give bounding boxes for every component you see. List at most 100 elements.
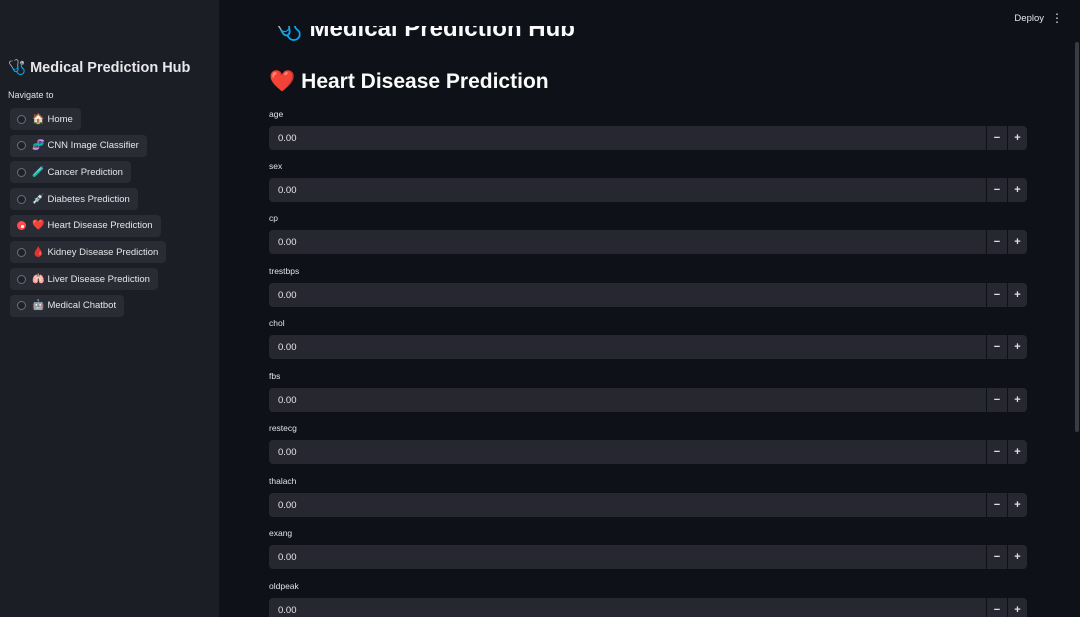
- number-input[interactable]: 0.00: [269, 178, 986, 202]
- sidebar-item-label: Kidney Disease Prediction: [47, 246, 159, 258]
- radio-button[interactable]: [17, 194, 26, 204]
- nav-item-icon: 🩸: [32, 246, 45, 258]
- number-field-fbs: fbs 0.00− +: [269, 371, 1027, 412]
- decrement-button[interactable]: −: [986, 598, 1007, 617]
- number-input[interactable]: 0.00: [269, 598, 986, 617]
- number-field-thalach: thalach 0.00− +: [269, 476, 1027, 517]
- nav-item-icon: 🧬: [32, 140, 45, 152]
- increment-button[interactable]: +: [1007, 178, 1027, 202]
- number-input[interactable]: 0.00: [269, 283, 986, 307]
- app-title-text: Medical Prediction Hub: [30, 60, 191, 76]
- sidebar-item-heart-disease-prediction[interactable]: ❤️ Heart Disease Prediction: [10, 214, 161, 237]
- radio-button[interactable]: [17, 167, 26, 177]
- number-input[interactable]: 0.00: [269, 493, 986, 517]
- number-field-restecg: restecg 0.00− +: [269, 423, 1027, 464]
- sidebar-item-label: Medical Chatbot: [47, 300, 117, 312]
- sidebar-item-label: Diabetes Prediction: [47, 193, 130, 205]
- field-label: trestbps: [269, 266, 300, 276]
- decrement-button[interactable]: −: [986, 545, 1007, 569]
- nav-radio-group: 🏠 Home 🧬 CNN Image Classifier 🧪 Cancer Predic…: [10, 108, 167, 322]
- number-input[interactable]: 0.00: [269, 545, 986, 569]
- number-field-cp: cp 0.00− +: [269, 213, 1027, 254]
- sidebar-app-title: 🩺 Medical Prediction Hub: [8, 59, 190, 76]
- decrement-button[interactable]: −: [986, 283, 1007, 307]
- number-input-row: 0.00− +: [269, 493, 1027, 517]
- nav-item-icon: ❤️: [32, 220, 45, 232]
- hub-title-text: 🩺 Medical Prediction Hub: [273, 26, 575, 42]
- number-field-trestbps: trestbps 0.00− +: [269, 266, 1027, 307]
- sidebar-item-label: Home: [47, 113, 73, 125]
- number-input-row: 0.00− +: [269, 230, 1027, 254]
- nav-item-icon: 💉: [32, 193, 45, 205]
- radio-button[interactable]: [17, 247, 26, 257]
- number-field-chol: chol 0.00− +: [269, 318, 1027, 359]
- sidebar-item-label: Cancer Prediction: [47, 166, 123, 178]
- number-field-age: age 0.00− +: [269, 109, 1027, 150]
- sidebar: 🩺 Medical Prediction Hub Navigate to 🏠 Hom…: [0, 0, 219, 617]
- decrement-button[interactable]: −: [986, 440, 1007, 464]
- number-input-row: 0.00− +: [269, 545, 1027, 569]
- number-input-row: 0.00− +: [269, 598, 1027, 617]
- sidebar-item-label: CNN Image Classifier: [47, 140, 139, 152]
- increment-button[interactable]: +: [1007, 283, 1027, 307]
- field-label: thalach: [269, 476, 297, 486]
- radio-button[interactable]: [17, 114, 26, 124]
- sidebar-item-cancer-prediction[interactable]: 🧪 Cancer Prediction: [10, 161, 131, 184]
- increment-button[interactable]: +: [1007, 230, 1027, 254]
- increment-button[interactable]: +: [1007, 493, 1027, 517]
- sidebar-item-diabetes-prediction[interactable]: 💉 Diabetes Prediction: [10, 188, 138, 211]
- increment-button[interactable]: +: [1007, 388, 1027, 412]
- sidebar-item-label: Heart Disease Prediction: [47, 220, 153, 232]
- field-label: restecg: [269, 423, 297, 433]
- increment-button[interactable]: +: [1007, 335, 1027, 359]
- field-label: cp: [269, 213, 278, 223]
- number-input-row: 0.00− +: [269, 388, 1027, 412]
- sidebar-item-cnn-image-classifier[interactable]: 🧬 CNN Image Classifier: [10, 134, 147, 157]
- decrement-button[interactable]: −: [986, 230, 1007, 254]
- heart-icon: ❤️: [269, 70, 296, 93]
- hub-title: 🩺 Medical Prediction Hub: [273, 26, 575, 46]
- nav-item-icon: 🤖: [32, 300, 45, 312]
- number-input[interactable]: 0.00: [269, 126, 986, 150]
- radio-button[interactable]: [17, 301, 26, 311]
- field-label: age: [269, 109, 284, 119]
- number-input[interactable]: 0.00: [269, 388, 986, 412]
- field-label: sex: [269, 161, 283, 171]
- sidebar-item-label: Liver Disease Prediction: [47, 273, 150, 285]
- number-input-row: 0.00− +: [269, 178, 1027, 202]
- nav-item-icon: 🏠: [32, 113, 45, 125]
- radio-button[interactable]: [17, 274, 26, 284]
- increment-button[interactable]: +: [1007, 598, 1027, 617]
- number-input[interactable]: 0.00: [269, 440, 986, 464]
- deploy-button[interactable]: Deploy: [1014, 13, 1044, 24]
- main-menu-icon[interactable]: ⋮: [1051, 11, 1063, 25]
- decrement-button[interactable]: −: [986, 335, 1007, 359]
- radio-button[interactable]: [17, 141, 26, 151]
- number-input[interactable]: 0.00: [269, 230, 986, 254]
- decrement-button[interactable]: −: [986, 493, 1007, 517]
- increment-button[interactable]: +: [1007, 545, 1027, 569]
- number-input-row: 0.00− +: [269, 335, 1027, 359]
- sidebar-item-home[interactable]: 🏠 Home: [10, 108, 81, 130]
- radio-button[interactable]: [17, 221, 26, 231]
- sidebar-item-medical-chatbot[interactable]: 🤖 Medical Chatbot: [10, 294, 125, 317]
- number-field-sex: sex 0.00− +: [269, 161, 1027, 202]
- nav-label: Navigate to: [8, 90, 54, 100]
- stethoscope-icon: 🩺: [8, 60, 27, 76]
- number-field-exang: exang 0.00− +: [269, 528, 1027, 569]
- scrollbar[interactable]: [1075, 42, 1079, 432]
- sidebar-item-liver-disease-prediction[interactable]: 🫁 Liver Disease Prediction: [10, 268, 158, 291]
- page-title-text: Heart Disease Prediction: [301, 70, 549, 93]
- page-title: ❤️ Heart Disease Prediction: [269, 70, 549, 94]
- decrement-button[interactable]: −: [986, 388, 1007, 412]
- number-input[interactable]: 0.00: [269, 335, 986, 359]
- field-label: exang: [269, 528, 293, 538]
- decrement-button[interactable]: −: [986, 178, 1007, 202]
- increment-button[interactable]: +: [1007, 440, 1027, 464]
- field-label: chol: [269, 318, 285, 328]
- increment-button[interactable]: +: [1007, 126, 1027, 150]
- sidebar-item-kidney-disease-prediction[interactable]: 🩸 Kidney Disease Prediction: [10, 241, 167, 264]
- number-input-row: 0.00− +: [269, 440, 1027, 464]
- number-field-oldpeak: oldpeak 0.00− +: [269, 581, 1027, 617]
- decrement-button[interactable]: −: [986, 126, 1007, 150]
